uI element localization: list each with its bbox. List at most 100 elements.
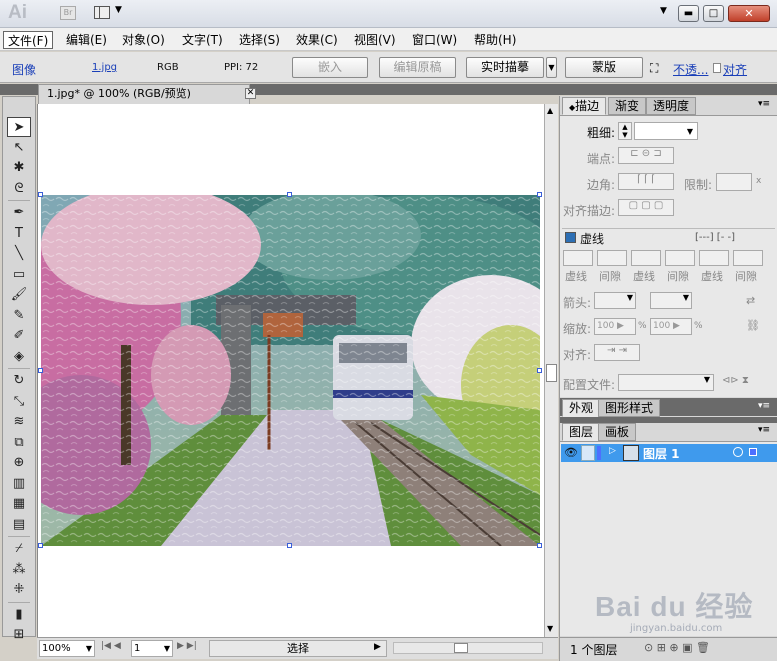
tab-appearance[interactable]: 外观 — [562, 399, 601, 417]
target-icon[interactable] — [733, 447, 743, 457]
direct-selection-icon[interactable]: ↖ — [7, 138, 31, 158]
status-field[interactable]: 选择 — [209, 640, 387, 657]
tab-layers[interactable]: 图层 — [562, 423, 601, 441]
last-artboard-icon[interactable]: ▶ ▶| — [177, 641, 197, 651]
align-link[interactable]: 对齐 — [723, 61, 747, 78]
gradient-icon[interactable]: ▤ — [7, 515, 31, 535]
selection-handle[interactable] — [38, 368, 43, 373]
layer-actions-icons[interactable]: ⊙ ⊞ ⊕ ▣ 🗑 — [644, 641, 710, 654]
mesh-icon[interactable]: ▦ — [7, 494, 31, 514]
limit-input[interactable] — [716, 173, 752, 191]
end-arrowhead-select[interactable]: ▼ — [650, 292, 692, 309]
align-arrow-buttons[interactable]: ⇥ ⇥ — [594, 344, 640, 361]
maximize-button[interactable]: □ — [703, 5, 724, 22]
tab-artboards[interactable]: 画板 — [598, 423, 637, 441]
horizontal-scrollbar[interactable] — [393, 642, 543, 654]
lasso-icon[interactable]: ᘓ — [7, 179, 31, 199]
panel-menu-icon[interactable]: ▾≡ — [758, 401, 770, 411]
cap-buttons[interactable]: ⊏ ⊝ ⊐ — [618, 147, 674, 164]
chevron-down-icon[interactable]: ▼ — [115, 5, 122, 15]
pen-icon[interactable]: ✒ — [7, 203, 31, 223]
opacity-link[interactable]: 不透... — [673, 61, 708, 78]
live-trace-button[interactable]: 实时描摹 — [466, 57, 544, 78]
column-graph-icon[interactable]: ▮ — [7, 605, 31, 625]
transform-icon[interactable]: ⛶ — [650, 61, 658, 76]
dash-input[interactable] — [631, 250, 661, 266]
arrange-documents-icon[interactable] — [94, 6, 110, 19]
warp-icon[interactable]: ≋ — [7, 412, 31, 432]
type-icon[interactable]: T — [7, 224, 31, 244]
close-icon[interactable]: ✕ — [245, 88, 256, 99]
minimize-button[interactable]: ▬ — [678, 5, 699, 22]
gap-input[interactable] — [665, 250, 695, 266]
weight-stepper[interactable]: ▲ ▼ — [618, 122, 632, 140]
object-type-label[interactable]: 图像 — [12, 61, 36, 78]
scroll-down-icon[interactable]: ▼ — [547, 624, 553, 633]
embed-button[interactable]: 嵌入 — [292, 57, 368, 78]
selection-handle[interactable] — [537, 543, 542, 548]
expand-triangle-icon[interactable]: ▷ — [609, 446, 616, 456]
line-icon[interactable]: ╲ — [7, 244, 31, 264]
menu-file[interactable]: 文件(F) — [3, 31, 54, 49]
scale-icon[interactable]: ⤡ — [7, 392, 31, 412]
eraser-icon[interactable]: ◈ — [7, 347, 31, 367]
scroll-up-icon[interactable]: ▲ — [547, 106, 553, 115]
lock-toggle[interactable] — [581, 445, 595, 461]
dash-input[interactable] — [563, 250, 593, 266]
artboard-number-select[interactable]: 1 ▼ — [131, 640, 173, 657]
swap-arrowheads-icon[interactable]: ⇄ — [746, 294, 755, 307]
mask-button[interactable]: 蒙版 — [565, 57, 643, 78]
menu-view[interactable]: 视图(V) — [350, 31, 400, 49]
edit-original-button[interactable]: 编辑原稿 — [379, 57, 456, 78]
menu-effect[interactable]: 效果(C) — [292, 31, 342, 49]
eye-icon[interactable]: 👁 — [564, 446, 578, 459]
bridge-button[interactable]: Br — [60, 6, 76, 20]
tab-gradient[interactable]: 渐变 — [608, 97, 647, 115]
weight-dropdown[interactable]: ▼ — [634, 122, 698, 140]
dash-align-icons[interactable]: [‑‑‑] [‑ ‑] — [695, 232, 735, 243]
dash-input[interactable] — [699, 250, 729, 266]
free-transform-icon[interactable]: ⧉ — [7, 433, 31, 453]
flip-profile-icons[interactable]: ⊲⊳ ⧗ — [722, 375, 749, 386]
start-scale-input[interactable]: 100 ▶ — [594, 318, 636, 335]
align-stroke-buttons[interactable]: ▢ ▢ ▢ — [618, 199, 674, 216]
linked-file-link[interactable]: 1.jpg — [92, 62, 117, 73]
end-scale-input[interactable]: 100 ▶ — [650, 318, 692, 335]
workspace-dropdown-icon[interactable]: ▼ — [660, 6, 667, 16]
paintbrush-icon[interactable]: 🖌 — [7, 285, 31, 305]
tab-stroke[interactable]: ◆描边 — [562, 97, 607, 115]
magic-wand-icon[interactable]: ✱ — [7, 158, 31, 178]
panel-menu-icon[interactable]: ▾≡ — [758, 99, 770, 109]
trace-options-dropdown[interactable]: ▼ — [546, 57, 557, 78]
menu-help[interactable]: 帮助(H) — [470, 31, 520, 49]
symbol-sprayer-icon[interactable]: ⁜ — [7, 580, 31, 600]
rotate-icon[interactable]: ↻ — [7, 371, 31, 391]
placed-image[interactable] — [41, 195, 540, 546]
close-button[interactable]: ✕ — [728, 5, 770, 22]
document-tab[interactable]: 1.jpg* @ 100% (RGB/预览) ✕ — [38, 84, 256, 104]
menu-object[interactable]: 对象(O) — [118, 31, 169, 49]
menu-window[interactable]: 窗口(W) — [408, 31, 461, 49]
selection-handle[interactable] — [537, 192, 542, 197]
selection-handle[interactable] — [38, 543, 43, 548]
opacity-swatch-icon[interactable] — [713, 63, 721, 73]
eyedropper-icon[interactable]: ⌿ — [7, 539, 31, 559]
vertical-scrollbar[interactable]: ▲ ▼ — [544, 104, 558, 637]
selection-indicator-icon[interactable] — [749, 448, 757, 456]
status-menu-icon[interactable]: ▶ — [374, 642, 381, 652]
menu-edit[interactable]: 编辑(E) — [62, 31, 111, 49]
selection-handle[interactable] — [38, 192, 43, 197]
dashed-line-checkbox[interactable] — [565, 232, 576, 243]
profile-select[interactable]: ▼ — [618, 374, 714, 391]
selection-handle[interactable] — [287, 543, 292, 548]
shape-builder-icon[interactable]: ⊕ — [7, 453, 31, 473]
scroll-thumb[interactable] — [454, 643, 468, 653]
start-arrowhead-select[interactable]: ▼ — [594, 292, 636, 309]
selection-handle[interactable] — [537, 368, 542, 373]
selection-handle[interactable] — [287, 192, 292, 197]
zoom-select[interactable]: 100% ▼ — [39, 640, 95, 657]
pencil-icon[interactable]: ✎ — [7, 306, 31, 326]
blend-icon[interactable]: ⁂ — [7, 560, 31, 580]
tab-graphic-styles[interactable]: 图形样式 — [598, 399, 661, 417]
gap-input[interactable] — [733, 250, 763, 266]
